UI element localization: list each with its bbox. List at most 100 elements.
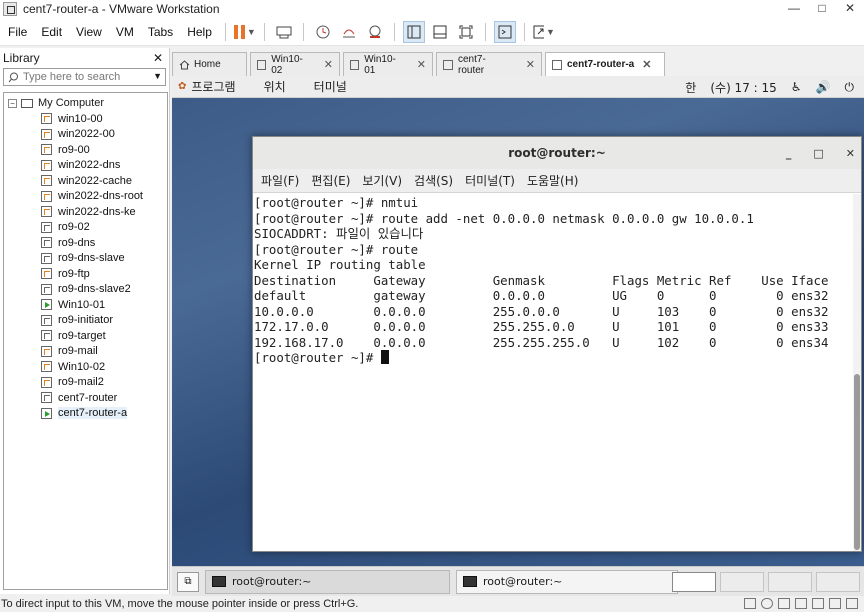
vm-list-item[interactable]: win2022-cache [4, 173, 167, 189]
terminal-menu-edit[interactable]: 편집(E) [305, 172, 356, 189]
snapshot-button[interactable] [312, 21, 334, 43]
message-icon[interactable] [846, 598, 858, 609]
close-button[interactable]: ✕ [836, 0, 864, 18]
vm-list-item[interactable]: cent7-router-a [4, 406, 167, 422]
terminal-menu-terminal[interactable]: 터미널(T) [459, 172, 521, 189]
vm-list-item[interactable]: win2022-00 [4, 127, 167, 143]
vm-list-item[interactable]: win2022-dns-ke [4, 204, 167, 220]
places-menu[interactable]: 위치 [264, 78, 286, 95]
terminal-minimize-button[interactable]: _ [786, 147, 792, 160]
library-close-button[interactable]: ✕ [153, 51, 163, 65]
revert-snapshot-button[interactable] [338, 21, 360, 43]
cd-rom-icon[interactable] [761, 598, 773, 609]
show-library-button[interactable] [402, 20, 425, 43]
vm-list-item[interactable]: ro9-initiator [4, 313, 167, 329]
pause-icon [233, 24, 245, 39]
tab-close-icon[interactable]: ✕ [417, 58, 426, 71]
vm-list-item[interactable]: Win10-02 [4, 359, 167, 375]
search-input[interactable] [23, 71, 148, 83]
terminal-line: 192.168.17.0 0.0.0.0 255.255.255.0 U 102… [254, 334, 829, 350]
menu-file[interactable]: File [0, 25, 34, 39]
vm-list-item[interactable]: ro9-00 [4, 142, 167, 158]
terminal-app-menu[interactable]: 터미널 [314, 78, 347, 95]
network-adapter-icon[interactable] [795, 598, 807, 609]
vm-list-item[interactable]: Win10-01 [4, 297, 167, 313]
terminal-close-button[interactable]: ✕ [846, 147, 855, 160]
input-method-indicator[interactable]: 한 [685, 79, 696, 96]
menu-help[interactable]: Help [180, 25, 219, 39]
workspace-1[interactable] [672, 571, 716, 592]
network-adapter-icon[interactable] [812, 598, 824, 609]
applications-menu[interactable]: ✿ 프로그램 [178, 78, 236, 95]
tab-close-icon[interactable]: ✕ [526, 58, 535, 71]
send-ctrl-alt-del-button[interactable] [273, 21, 295, 43]
terminal-maximize-button[interactable]: □ [813, 147, 823, 160]
display-icon[interactable] [829, 598, 841, 609]
power-icon[interactable]: ⏻ [845, 80, 855, 95]
vm-list-item[interactable]: win2022-dns-root [4, 189, 167, 205]
vm-list-item[interactable]: ro9-dns-slave [4, 251, 167, 267]
minimize-button[interactable]: — [780, 0, 808, 18]
tree-root-my-computer[interactable]: − My Computer [4, 95, 167, 111]
accessibility-icon[interactable]: ♿ [791, 80, 802, 94]
terminal-menu-help[interactable]: 도움말(H) [521, 172, 585, 189]
full-screen-button[interactable] [455, 21, 477, 43]
tab-close-icon[interactable]: ✕ [642, 58, 651, 71]
workspace-3[interactable] [768, 571, 812, 592]
chevron-down-icon[interactable]: ▼ [153, 71, 162, 81]
menu-tabs[interactable]: Tabs [141, 25, 180, 39]
library-search[interactable]: ▼ [3, 68, 166, 86]
show-thumbnail-bar-button[interactable] [429, 21, 451, 43]
terminal-scrollbar[interactable] [853, 194, 861, 551]
console-view-button[interactable] [493, 20, 516, 43]
chevron-down-icon[interactable]: ▼ [247, 27, 256, 37]
snapshot-manager-button[interactable] [364, 21, 386, 43]
vm-list-item[interactable]: ro9-dns-slave2 [4, 282, 167, 298]
terminal-output[interactable]: [root@router ~]# nmtui [root@router ~]# r… [253, 194, 853, 551]
scrollbar-thumb[interactable] [854, 374, 860, 550]
vm-list-item[interactable]: win2022-dns [4, 158, 167, 174]
vm-list-item[interactable]: ro9-ftp [4, 266, 167, 282]
collapse-icon[interactable]: − [8, 98, 17, 108]
hard-disk-icon[interactable] [744, 598, 756, 609]
vm-icon [41, 190, 52, 202]
tab-win10-01[interactable]: Win10-01 ✕ [343, 52, 433, 76]
terminal-menu-file[interactable]: 파일(F) [253, 172, 305, 189]
vm-list-item[interactable]: cent7-router [4, 390, 167, 406]
vm-list-item[interactable]: ro9-02 [4, 220, 167, 236]
window-list-item[interactable]: root@router:~ [205, 569, 450, 594]
vm-console[interactable]: ✿ 프로그램 위치 터미널 한 (수) 17 : 15 ♿ 🔊 ⏻ root@r… [172, 76, 864, 566]
stretch-guest-button[interactable]: ▼ [533, 21, 555, 43]
vm-list-item[interactable]: ro9-mail [4, 344, 167, 360]
terminal-line: [root@router ~]# nmtui [254, 195, 419, 210]
clock[interactable]: (수) 17 : 15 [710, 79, 776, 96]
tab-win10-02[interactable]: Win10-02 ✕ [250, 52, 340, 76]
tab-cent7-router[interactable]: cent7-router ✕ [436, 52, 542, 76]
suspend-button[interactable]: ▼ [233, 21, 256, 43]
maximize-button[interactable]: □ [808, 0, 836, 18]
terminal-line: [root@router ~]# route add -net 0.0.0.0 … [254, 210, 754, 226]
terminal-menu-search[interactable]: 검색(S) [408, 172, 459, 189]
tab-cent7-router-a[interactable]: cent7-router-a ✕ [545, 52, 665, 76]
workspace-4[interactable] [816, 571, 860, 592]
workspace-2[interactable] [720, 571, 764, 592]
menu-edit[interactable]: Edit [34, 25, 69, 39]
window-list-item[interactable]: root@router:~ [456, 569, 678, 594]
tab-home[interactable]: Home [172, 52, 247, 76]
terminal-titlebar[interactable]: root@router:~ _ □ ✕ [253, 137, 861, 169]
vm-list-item[interactable]: ro9-dns [4, 235, 167, 251]
vm-list-item[interactable]: win10-00 [4, 111, 167, 127]
tab-close-icon[interactable]: ✕ [324, 58, 333, 71]
network-adapter-icon[interactable] [778, 598, 790, 609]
menu-vm[interactable]: VM [109, 25, 141, 39]
chevron-down-icon[interactable]: ▼ [546, 27, 555, 37]
terminal-window[interactable]: root@router:~ _ □ ✕ 파일(F) 편집(E) 보기(V) 검색… [252, 136, 862, 552]
volume-icon[interactable]: 🔊 [816, 80, 831, 94]
terminal-prompt-line[interactable]: [root@router ~]# [254, 350, 853, 366]
vm-list-item[interactable]: ro9-mail2 [4, 375, 167, 391]
vm-list-item[interactable]: ro9-target [4, 328, 167, 344]
show-desktop-button[interactable]: ⧉ [177, 571, 199, 592]
menu-view[interactable]: View [69, 25, 109, 39]
vm-icon [41, 221, 52, 233]
terminal-menu-view[interactable]: 보기(V) [356, 172, 408, 189]
